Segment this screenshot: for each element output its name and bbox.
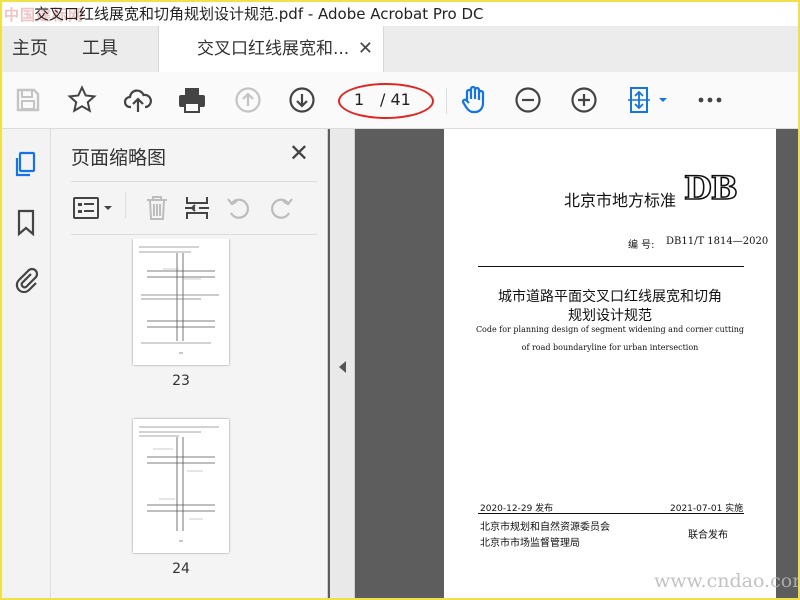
more-icon[interactable] [694, 84, 726, 116]
page-up-icon[interactable] [232, 84, 264, 116]
navigation-strip [2, 129, 51, 598]
panel-title: 页面缩略图 [71, 147, 167, 169]
close-tab-icon[interactable]: ✕ [358, 26, 373, 72]
english-title-line1: Code for planning design of segment wide… [475, 325, 745, 334]
zoom-in-icon[interactable] [568, 84, 600, 116]
thumbnail-toolbar [71, 181, 317, 235]
page-thumbnails-icon[interactable] [12, 151, 40, 179]
window-title: 交叉口红线展宽和切角规划设计规范.pdf - Adobe Acrobat Pro… [34, 5, 484, 23]
doc-title-line2: 规划设计规范 [568, 308, 652, 324]
divider-line [478, 513, 744, 514]
tab-document-label: 交叉口红线展宽和... [197, 39, 350, 59]
bookmarks-icon[interactable] [12, 209, 40, 237]
tab-home[interactable]: 主页 [12, 26, 48, 72]
standard-code: DB11/T 1814—2020 [666, 236, 769, 247]
insert-page-icon[interactable] [183, 194, 211, 222]
db-logo: DB [683, 168, 738, 208]
cloud-upload-icon[interactable] [122, 84, 154, 116]
app-window: 中国建标网 交叉口红线展宽和切角规划设计规范.pdf - Adobe Acrob… [0, 0, 800, 600]
save-icon[interactable] [12, 84, 44, 116]
title-bar: 中国建标网 交叉口红线展宽和切角规划设计规范.pdf - Adobe Acrob… [2, 2, 798, 26]
divider-line [478, 266, 744, 267]
rotate-left-icon[interactable] [225, 194, 253, 222]
english-title-line2: of road boundaryline for urban intersect… [521, 343, 699, 352]
page-indicator: 1 / 41 [338, 83, 434, 119]
toolbar: 1 / 41 [2, 72, 798, 129]
collapse-panel-button[interactable] [330, 129, 355, 598]
site-watermark: www.cndao.com [654, 570, 800, 592]
close-panel-icon[interactable]: ✕ [289, 139, 309, 167]
bookmark-star-icon[interactable] [66, 84, 98, 116]
tab-tools[interactable]: 工具 [82, 26, 118, 72]
code-label: 编 号: [628, 240, 655, 251]
hand-tool-icon[interactable] [458, 84, 490, 116]
publisher-2: 北京市市场监督管理局 [480, 538, 580, 549]
viewport-margin [776, 129, 798, 598]
thumbnail-options-icon[interactable] [71, 194, 117, 222]
page-thumbnail-23[interactable] [133, 239, 229, 365]
red-highlight-oval [338, 83, 434, 119]
tab-bar: 主页 工具 交叉口红线展宽和... ✕ [2, 26, 798, 73]
thumbnail-page-number: 24 [172, 561, 190, 577]
publisher-1: 北京市规划和自然资源委员会 [480, 522, 610, 533]
rotate-right-icon[interactable] [267, 194, 295, 222]
tab-document[interactable]: 交叉口红线展宽和... ✕ [158, 26, 384, 72]
chevron-left-icon [339, 361, 346, 373]
print-icon[interactable] [176, 84, 208, 116]
toolbar-divider [446, 88, 447, 114]
document-page: 北京市地方标准 DB 编 号: DB11/T 1814—2020 城市道路平面交… [444, 129, 776, 598]
standard-type: 北京市地方标准 [564, 191, 677, 210]
attachments-icon[interactable] [12, 265, 40, 293]
thumbnail-toolbar-divider [125, 192, 126, 218]
doc-title-line1: 城市道路平面交叉口红线展宽和切角 [498, 289, 722, 305]
thumbnail-list: 23 24 [71, 239, 317, 598]
page-thumbnail-24[interactable] [133, 419, 229, 553]
thumbnail-page-number: 23 [172, 373, 190, 389]
zoom-out-icon[interactable] [512, 84, 544, 116]
delete-page-icon[interactable] [143, 194, 171, 222]
joint-release: 联合发布 [688, 530, 728, 541]
fit-page-icon[interactable] [624, 84, 670, 116]
page-down-icon[interactable] [286, 84, 318, 116]
page-thumbnails-panel: 页面缩略图 ✕ 23 24 [51, 129, 370, 598]
